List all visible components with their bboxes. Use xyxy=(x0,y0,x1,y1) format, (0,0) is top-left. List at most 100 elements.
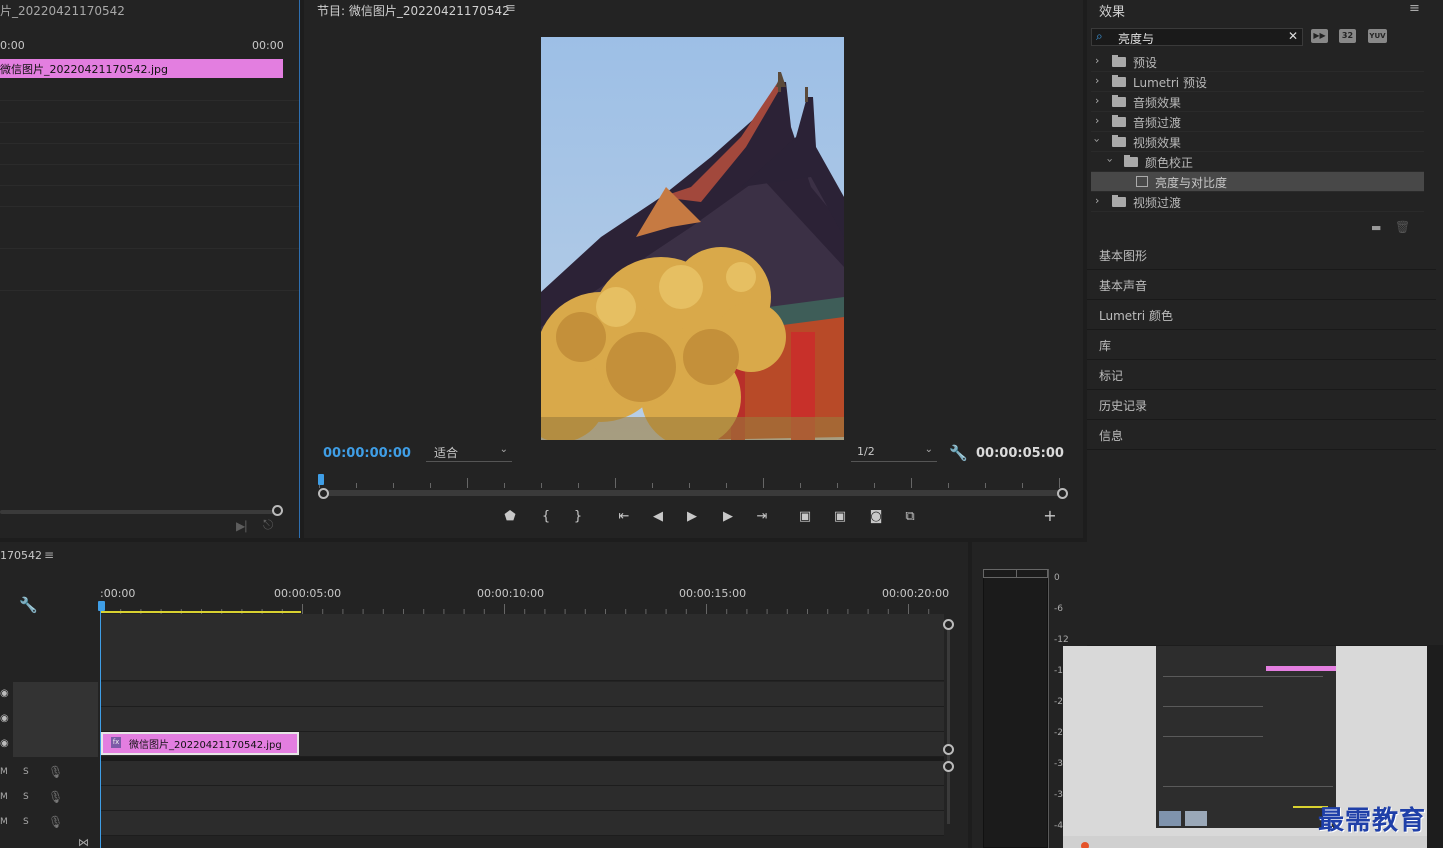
snap-icon[interactable]: ⋈ xyxy=(78,836,89,848)
tree-item-lumetri-presets[interactable]: › Lumetri 预设 xyxy=(1091,72,1424,92)
scroll-handle-bottom[interactable] xyxy=(943,744,954,755)
tree-item-video-effects[interactable]: › 视频效果 xyxy=(1091,132,1424,152)
program-menu-icon[interactable]: ≡ xyxy=(505,1,516,16)
program-time-ruler[interactable] xyxy=(319,476,1064,488)
32bit-effects-badge[interactable]: 32 xyxy=(1339,29,1356,43)
tree-item-brightness-contrast[interactable]: 亮度与对比度 xyxy=(1091,172,1424,192)
accelerated-effects-icon[interactable]: ▶▶ xyxy=(1311,29,1328,43)
mark-out-icon[interactable]: } xyxy=(568,509,588,524)
source-zoom-scrollbar[interactable] xyxy=(0,510,278,514)
panel-label: 标记 xyxy=(1099,369,1124,383)
track-target[interactable] xyxy=(13,707,98,732)
tree-item-label: 音频过渡 xyxy=(1133,116,1182,130)
eye-icon[interactable]: ◉ xyxy=(0,713,9,724)
video-track-2[interactable] xyxy=(100,707,944,732)
panel-history[interactable]: 历史记录 xyxy=(1087,390,1436,420)
audio-track-3[interactable] xyxy=(100,811,944,836)
extract-icon[interactable]: ▣ xyxy=(830,509,850,524)
comparison-view-icon[interactable]: ⧉ xyxy=(900,509,920,524)
tree-item-audio-transitions[interactable]: › 音频过渡 xyxy=(1091,112,1424,132)
audio-track-1[interactable] xyxy=(100,761,944,786)
export-frame-camera-icon[interactable]: ◙ xyxy=(866,509,886,524)
track-target[interactable] xyxy=(13,682,98,707)
track-target[interactable] xyxy=(13,732,98,757)
go-to-out-icon[interactable]: ⇥ xyxy=(752,509,772,524)
microphone-icon[interactable]: 🎙 xyxy=(48,765,63,779)
mute-button[interactable]: M xyxy=(0,792,8,802)
source-scroll-handle[interactable] xyxy=(272,505,283,516)
panel-libraries[interactable]: 库 xyxy=(1087,330,1436,360)
timeline-menu-icon[interactable]: ≡ xyxy=(44,548,54,562)
audio-track-2[interactable] xyxy=(100,786,944,811)
playback-resolution-dropdown[interactable]: 1/2 ⌄ xyxy=(851,444,937,462)
program-playhead[interactable] xyxy=(318,474,324,485)
microphone-icon[interactable]: 🎙 xyxy=(48,790,63,804)
program-title: 节目: 微信图片_20220421170542 xyxy=(317,4,510,18)
go-to-in-icon[interactable]: ⇤ xyxy=(614,509,634,524)
microphone-icon[interactable]: 🎙 xyxy=(48,815,63,829)
timeline-settings-wrench-icon[interactable]: 🔧 xyxy=(19,596,38,614)
solo-button[interactable]: S xyxy=(23,767,29,777)
step-forward-icon[interactable]: ▶ xyxy=(718,509,738,524)
audio-scroll-handle[interactable] xyxy=(943,761,954,772)
export-icon[interactable]: ⎋ xyxy=(263,518,273,533)
divider xyxy=(0,290,299,291)
solo-button[interactable]: S xyxy=(23,792,29,802)
thumbnail-line xyxy=(1163,786,1333,787)
panel-essential-sound[interactable]: 基本声音 xyxy=(1087,270,1436,300)
mute-button[interactable]: M xyxy=(0,817,8,827)
zoom-level-dropdown[interactable]: 适合 ⌄ xyxy=(426,444,512,462)
effects-menu-icon[interactable]: ≡ xyxy=(1409,1,1420,16)
panel-info[interactable]: 信息 xyxy=(1087,420,1436,450)
timeline-video-clip[interactable]: fx 微信图片_20220421170542.jpg xyxy=(101,732,299,755)
taskbar-app-icon xyxy=(1081,842,1089,848)
eye-icon[interactable]: ◉ xyxy=(0,738,9,749)
thumbnail-taskbar xyxy=(1063,836,1427,848)
settings-wrench-icon[interactable]: 🔧 xyxy=(949,444,968,462)
tree-item-presets[interactable]: › 预设 xyxy=(1091,52,1424,72)
panel-markers[interactable]: 标记 xyxy=(1087,360,1436,390)
tree-item-color-correction[interactable]: › 颜色校正 xyxy=(1091,152,1424,172)
program-zoom-scrollbar[interactable] xyxy=(324,490,1063,496)
program-current-timecode[interactable]: 00:00:00:00 xyxy=(323,446,411,461)
solo-button[interactable]: S xyxy=(23,817,29,827)
trash-icon[interactable]: 🗑 xyxy=(1395,220,1410,234)
tree-item-audio-effects[interactable]: › 音频效果 xyxy=(1091,92,1424,112)
add-marker-icon[interactable]: ⬟ xyxy=(500,509,520,524)
timeline-playhead[interactable] xyxy=(98,601,105,611)
scroll-handle-top[interactable] xyxy=(943,619,954,630)
empty-track-area[interactable] xyxy=(100,614,944,681)
lift-icon[interactable]: ▣ xyxy=(795,509,815,524)
new-bin-icon[interactable]: ▬ xyxy=(1371,221,1381,234)
divider xyxy=(0,248,299,249)
panel-label: 历史记录 xyxy=(1099,399,1148,413)
timeline-vertical-scrollbar[interactable] xyxy=(947,624,950,824)
chevron-right-icon: › xyxy=(1095,194,1100,207)
video-track-3[interactable] xyxy=(100,682,944,707)
audio-track-2-header: M S 🎙 xyxy=(0,786,98,811)
program-monitor-panel: 节目: 微信图片_20220421170542 ≡ 00:00:00:00 适合… xyxy=(304,0,1083,538)
ruler-label: 00:00:20:00 xyxy=(882,587,950,600)
step-back-icon[interactable]: ◀ xyxy=(648,509,668,524)
mark-in-icon[interactable]: { xyxy=(536,509,556,524)
panel-lumetri-color[interactable]: Lumetri 颜色 xyxy=(1087,300,1436,330)
source-clip-bar[interactable]: 微信图片_20220421170542.jpg xyxy=(0,59,283,78)
effects-search-value: 亮度与 xyxy=(1118,32,1155,46)
scroll-handle-right[interactable] xyxy=(1057,488,1068,499)
sequence-tab-title[interactable]: 170542 xyxy=(0,549,42,562)
scroll-handle-left[interactable] xyxy=(318,488,329,499)
mute-button[interactable]: M xyxy=(0,767,8,777)
insert-icon[interactable]: ▶⎸ xyxy=(236,519,257,534)
clear-search-icon[interactable]: ✕ xyxy=(1288,29,1298,43)
play-icon[interactable]: ▶ xyxy=(682,509,702,524)
add-button[interactable]: + xyxy=(1040,506,1060,525)
effects-title[interactable]: 效果 xyxy=(1099,1,1125,20)
in-out-range-bar[interactable] xyxy=(100,611,301,613)
panel-label: 基本图形 xyxy=(1099,249,1148,263)
tree-item-video-transitions[interactable]: › 视频过渡 xyxy=(1091,192,1424,212)
panel-essential-graphics[interactable]: 基本图形 xyxy=(1087,240,1436,270)
chevron-down-icon: › xyxy=(1103,158,1117,163)
eye-icon[interactable]: ◉ xyxy=(0,688,9,699)
yuv-effects-badge[interactable]: YUV xyxy=(1368,29,1387,43)
effects-search-input[interactable]: ⌕ 亮度与 ✕ xyxy=(1091,28,1303,46)
